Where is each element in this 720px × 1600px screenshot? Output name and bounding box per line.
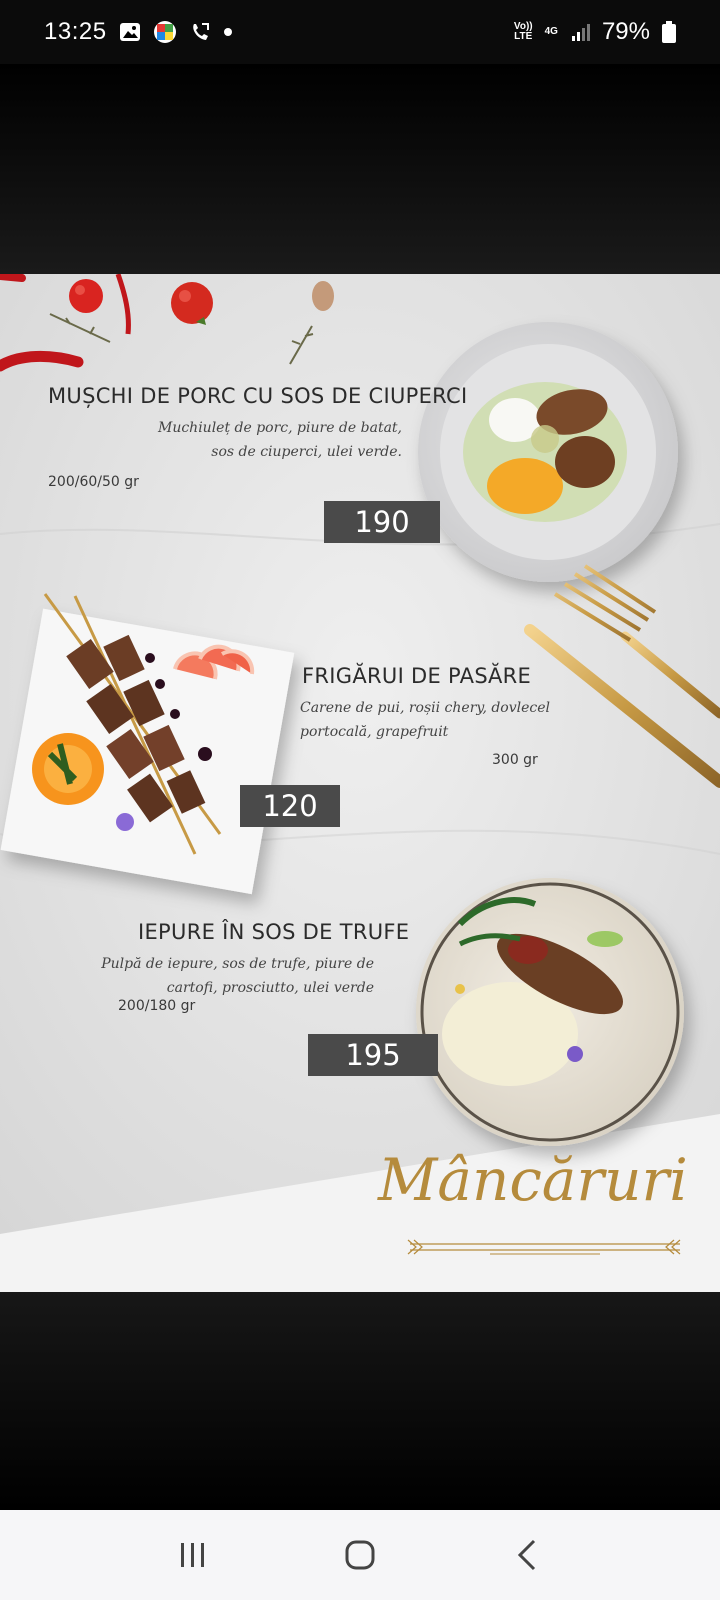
home-icon [344, 1539, 376, 1571]
back-button[interactable] [497, 1525, 557, 1585]
battery-icon [662, 21, 676, 43]
dish-description-line: Pulpă de iepure, sos de trufe, piure de [101, 956, 374, 972]
price-tag: 120 [240, 785, 340, 827]
viewer-bottom-background [0, 1292, 720, 1510]
dish-title: FRIGĂRUI DE PASĂRE [302, 664, 532, 688]
network-4g-icon: 4G [544, 26, 558, 37]
dish-description: Carene de pui, roșii chery, dovlecel por… [300, 696, 550, 744]
colorful-app-icon [153, 20, 177, 44]
dish-description-line: cartofi, prosciutto, ulei verde [166, 980, 374, 996]
recent-apps-button[interactable] [163, 1525, 223, 1585]
dish-title: MUȘCHI DE PORC CU SOS DE CIUPERCI [48, 384, 468, 408]
back-icon [516, 1539, 538, 1571]
call-forward-icon [189, 21, 211, 43]
navigation-bar [0, 1510, 720, 1600]
recent-apps-icon [178, 1541, 208, 1569]
dish-description-line: sos de ciuperci, ulei verde. [211, 444, 402, 460]
dish-description-line: portocală, grapefruit [300, 724, 449, 740]
price-tag: 190 [324, 501, 440, 543]
dish-description-line: Muchiuleț de porc, piure de batat, [157, 420, 402, 436]
dish-description-line: Carene de pui, roșii chery, dovlecel [300, 700, 551, 716]
volte-icon: Vo)) LTE [513, 21, 533, 42]
price-tag: 195 [308, 1034, 438, 1076]
home-button[interactable] [330, 1525, 390, 1585]
dish-weight: 200/60/50 gr [48, 474, 139, 490]
image-icon [119, 21, 141, 43]
menu-image[interactable]: MUȘCHI DE PORC CU SOS DE CIUPERCI Muchiu… [0, 274, 720, 1292]
signal-icon [570, 23, 590, 41]
status-time: 13:25 [44, 18, 107, 45]
section-title: Mâncăruri [378, 1146, 688, 1214]
dish-title: IEPURE ÎN SOS DE TRUFE [138, 920, 410, 944]
status-bar: 13:25 Vo)) LTE 4G 79% [0, 0, 720, 64]
notification-dot-icon [223, 27, 233, 37]
dish-description: Pulpă de iepure, sos de trufe, piure de … [101, 952, 374, 1000]
battery-percentage: 79% [601, 18, 650, 45]
dish-description: Muchiuleț de porc, piure de batat, sos d… [158, 416, 402, 464]
viewer-top-background [0, 64, 720, 274]
dish-weight: 300 gr [492, 752, 538, 768]
dish-weight: 200/180 gr [118, 998, 196, 1014]
